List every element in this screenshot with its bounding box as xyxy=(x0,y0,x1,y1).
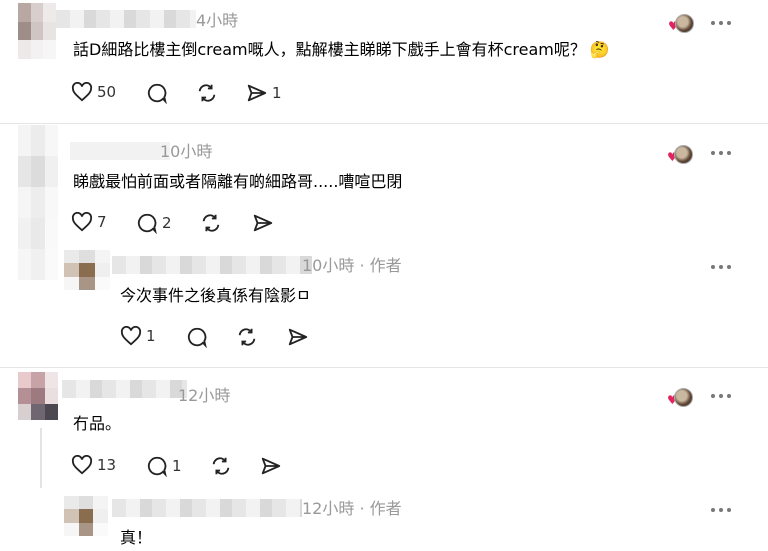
paper-plane-icon xyxy=(288,328,308,346)
like-count: 50 xyxy=(97,83,117,101)
username-redacted[interactable] xyxy=(70,142,170,160)
paper-plane-icon xyxy=(261,457,281,475)
comment-text: 冇品。 xyxy=(73,414,122,433)
comment-time: 12小時 xyxy=(178,386,231,405)
share-button[interactable] xyxy=(287,326,309,348)
repost-button[interactable] xyxy=(196,82,218,104)
username-redacted[interactable] xyxy=(56,10,196,28)
like-button[interactable]: 1 xyxy=(120,326,156,346)
share-button[interactable] xyxy=(260,455,282,477)
thread-line xyxy=(40,428,42,488)
comment-time: 4小時 xyxy=(196,11,239,30)
repost-arrows-icon xyxy=(212,457,230,475)
speech-bubble-icon xyxy=(147,83,167,104)
speech-bubble-icon xyxy=(137,213,157,234)
comment-text: 話D細路比樓主倒cream嘅人，點解樓主睇睇下戲手上會有杯cream呢？ 🤔 xyxy=(73,40,610,59)
reaction-avatar-icon[interactable]: ♥ xyxy=(667,388,693,408)
avatar[interactable] xyxy=(18,125,58,280)
comment-text: 今次事件之後真係有陰影ㅁ xyxy=(120,286,311,305)
paper-plane-icon xyxy=(253,214,273,232)
repost-button[interactable] xyxy=(200,212,222,234)
more-dots-icon[interactable] xyxy=(711,148,735,158)
heart-outline-icon xyxy=(71,212,93,232)
reply-count: 1 xyxy=(172,457,182,475)
repost-arrows-icon xyxy=(202,214,220,232)
repost-arrows-icon xyxy=(198,84,216,102)
repost-arrows-icon xyxy=(238,328,256,346)
comment-text: 真！ xyxy=(120,528,153,547)
username-redacted[interactable] xyxy=(112,256,312,274)
more-dots-icon[interactable] xyxy=(711,18,735,28)
heart-outline-icon xyxy=(71,455,93,475)
like-count: 7 xyxy=(97,213,107,231)
speech-bubble-icon xyxy=(147,456,167,477)
username-redacted[interactable] xyxy=(112,499,302,517)
avatar[interactable] xyxy=(18,3,56,59)
reply-count: 2 xyxy=(162,214,172,232)
reaction-avatar-icon[interactable]: ♥ xyxy=(668,14,694,34)
username-redacted[interactable] xyxy=(62,380,187,398)
more-dots-icon[interactable] xyxy=(711,391,735,401)
comment-text: 睇戲最怕前面或者隔離有啲細路哥.....嘈喧巴閉 xyxy=(73,172,403,191)
repost-button[interactable] xyxy=(236,326,258,348)
paper-plane-icon xyxy=(247,84,267,102)
share-button[interactable]: 1 xyxy=(246,82,282,104)
reply-button[interactable] xyxy=(186,326,208,348)
speech-bubble-icon xyxy=(187,327,207,348)
reply-button[interactable]: 1 xyxy=(146,455,182,477)
avatar[interactable] xyxy=(64,250,110,290)
avatar[interactable] xyxy=(18,372,58,420)
reply-button[interactable] xyxy=(146,82,168,104)
like-count: 13 xyxy=(97,456,117,474)
like-count: 1 xyxy=(146,327,156,345)
comment-time: 12小時 · 作者 xyxy=(302,499,402,518)
like-button[interactable]: 50 xyxy=(71,82,116,102)
repost-button[interactable] xyxy=(210,455,232,477)
divider xyxy=(0,123,768,124)
comment-time: 10小時 · 作者 xyxy=(302,256,402,275)
comment-time: 10小時 xyxy=(160,142,213,161)
share-button[interactable] xyxy=(252,212,274,234)
heart-outline-icon xyxy=(71,82,93,102)
divider xyxy=(0,367,768,368)
like-button[interactable]: 7 xyxy=(71,212,107,232)
more-dots-icon[interactable] xyxy=(711,505,735,515)
like-button[interactable]: 13 xyxy=(71,455,116,475)
reply-button[interactable]: 2 xyxy=(136,212,172,234)
share-count: 1 xyxy=(272,84,282,102)
thinking-emoji: 🤔 xyxy=(589,40,610,59)
heart-outline-icon xyxy=(120,326,142,346)
more-dots-icon[interactable] xyxy=(711,262,735,272)
reaction-avatar-icon[interactable]: ♥ xyxy=(667,145,693,165)
avatar[interactable] xyxy=(64,496,108,536)
